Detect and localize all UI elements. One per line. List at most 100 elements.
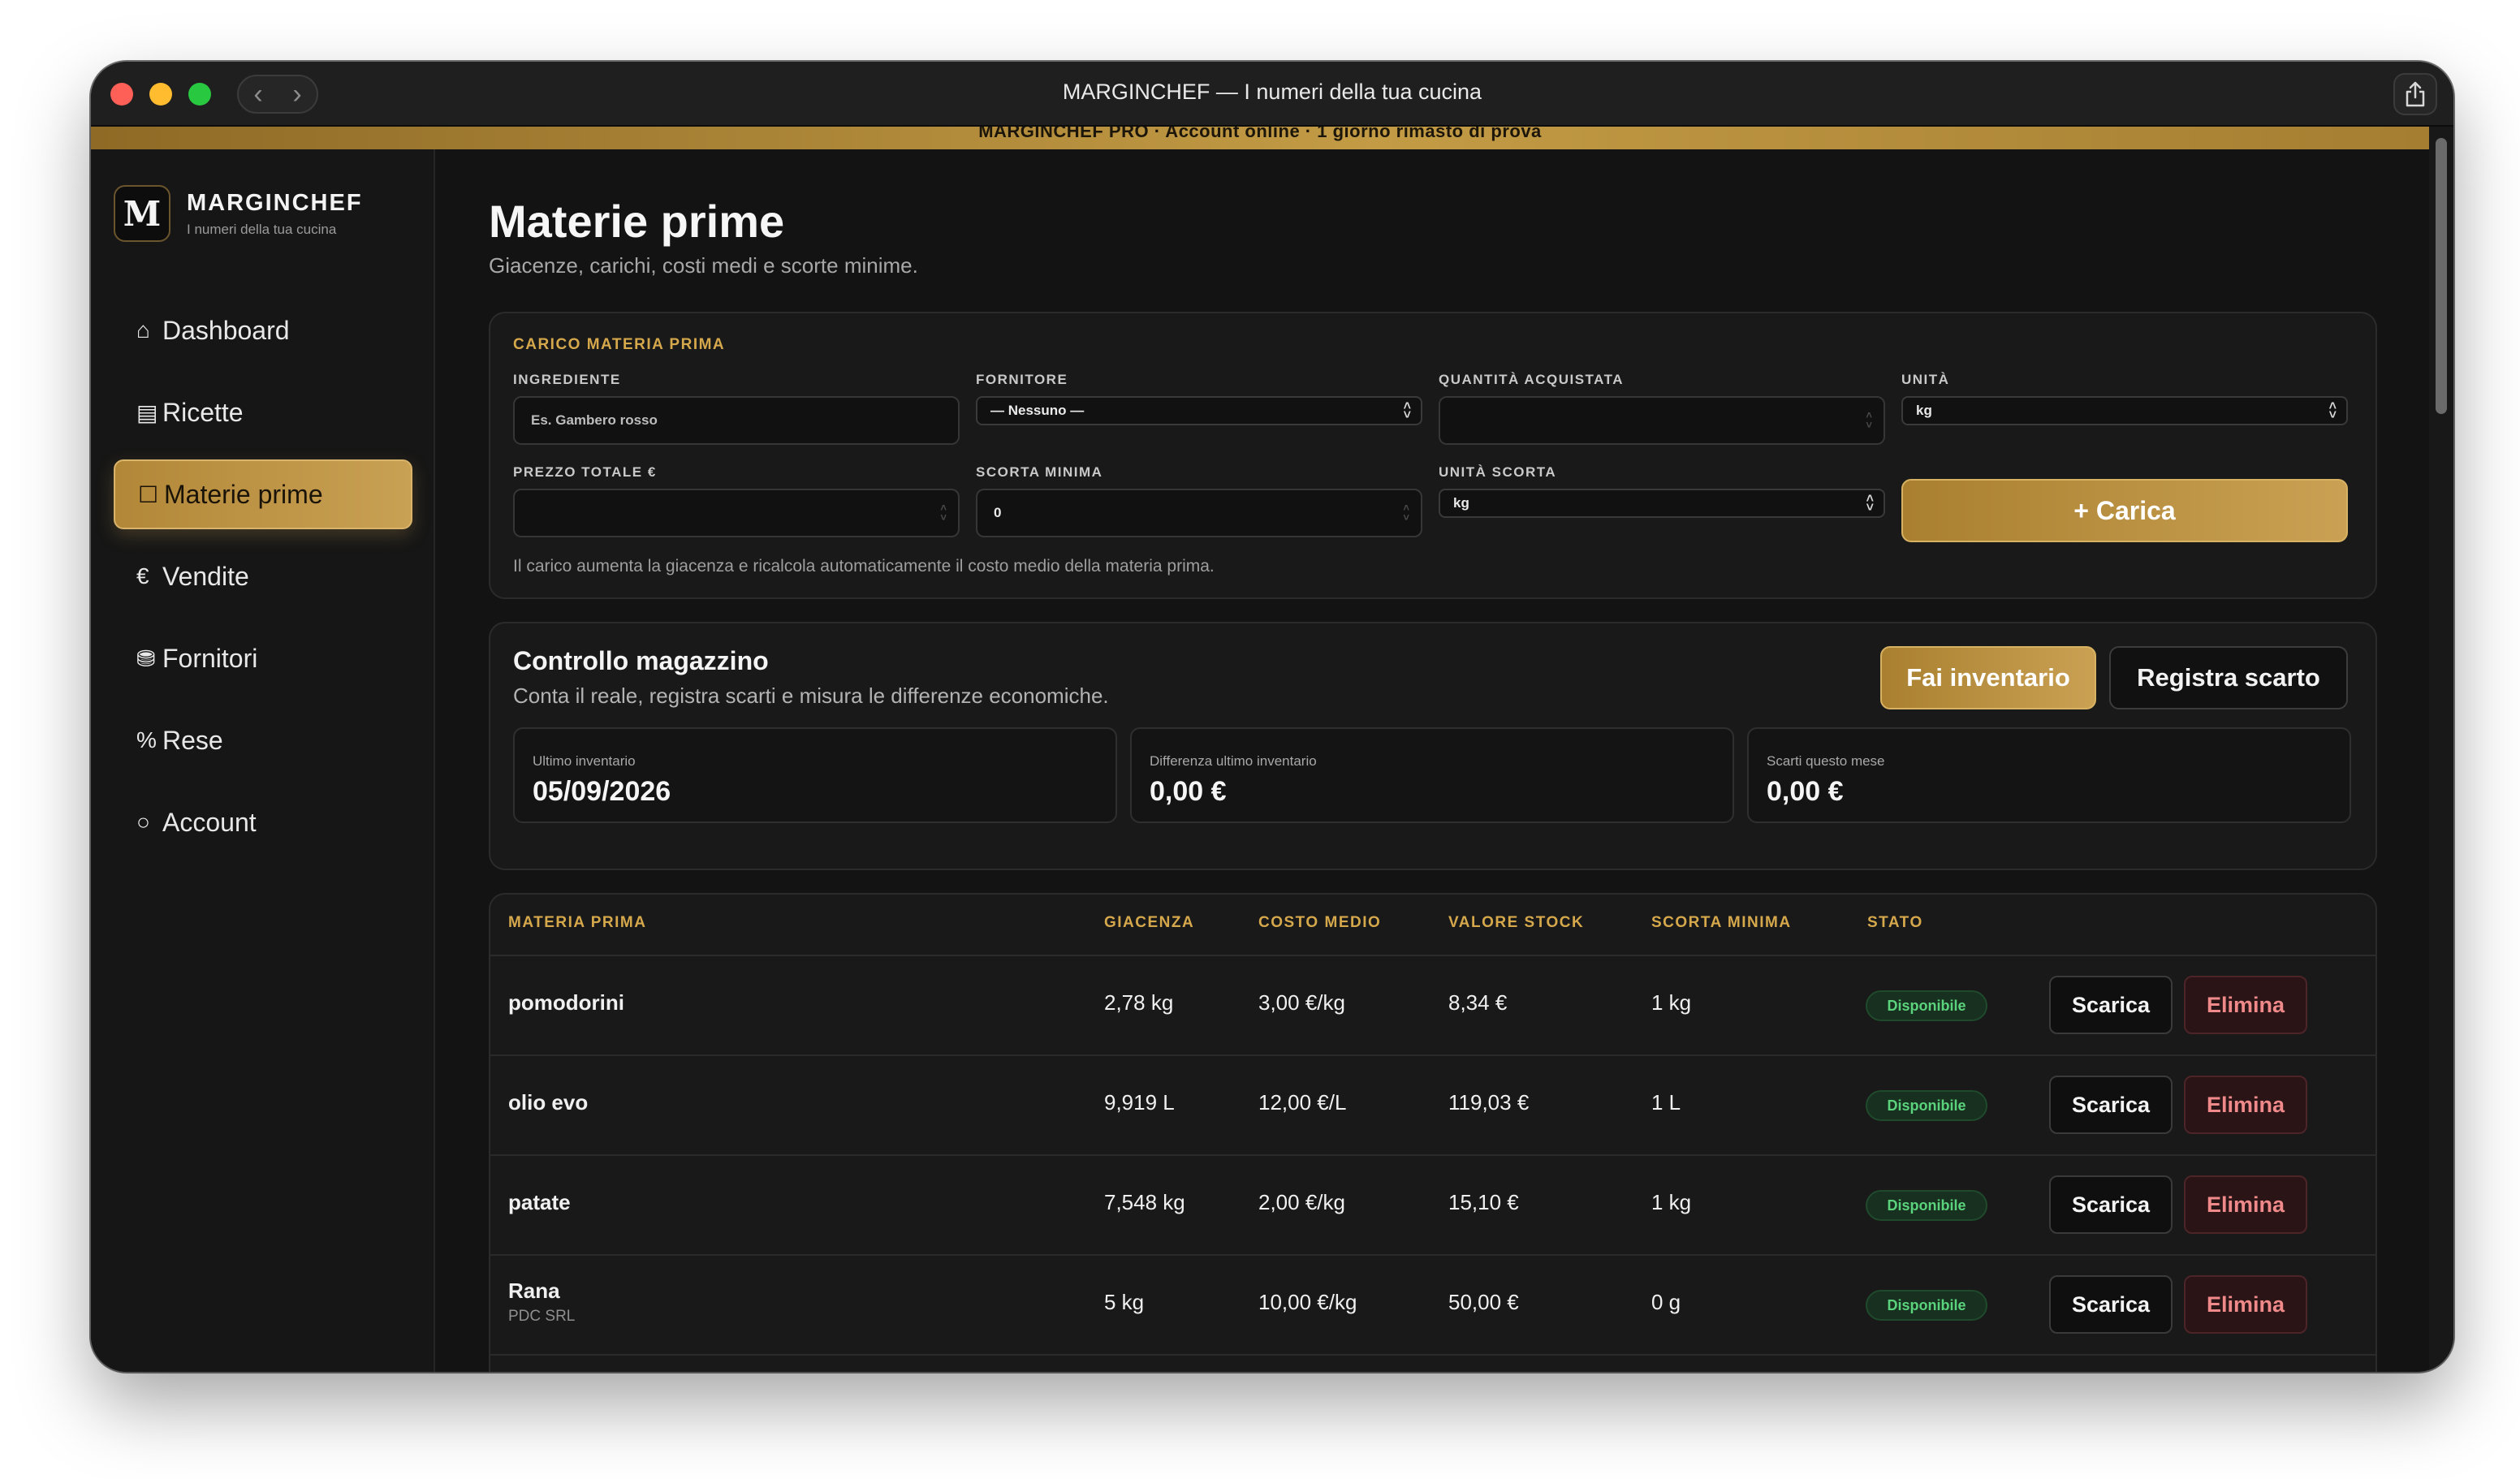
stat-value: 05/09/2026 (533, 776, 671, 807)
supplier-selected: — Nessuno — (990, 403, 1085, 418)
min-stock-input[interactable]: 0 ˄ ˅ (976, 489, 1422, 537)
price-label: PREZZO TOTALE € (513, 464, 657, 480)
stepper-icon: ˄ ˅ (1866, 409, 1872, 431)
unload-button[interactable]: Scarica (2049, 976, 2173, 1034)
row-name: pomodorini (508, 990, 624, 1015)
delete-button[interactable]: Elimina (2184, 976, 2307, 1034)
window-title: MARGINCHEF — I numeri della tua cucina (1062, 80, 1482, 104)
min-stock-unit-select[interactable]: kg ˄ ˅ (1439, 489, 1885, 518)
row-name: olio evo (508, 1090, 589, 1115)
vertical-scrollbar[interactable] (2429, 127, 2453, 1372)
brand: M MARGINCHEF I numeri della tua cucina (114, 185, 363, 242)
box-icon: ☐ (138, 481, 159, 507)
stat-inventory-difference: Differenza ultimo inventario 0,00 € (1130, 727, 1734, 823)
share-icon (2406, 81, 2425, 107)
status-badge: Disponibile (1866, 990, 1987, 1021)
min-stock-unit-selected: kg (1453, 495, 1469, 511)
row-avg-cost: 12,00 €/L (1258, 1090, 1347, 1115)
stat-value: 0,00 € (1150, 776, 1227, 807)
sidebar-item-label: Vendite (162, 561, 249, 591)
stat-last-inventory: Ultimo inventario 05/09/2026 (513, 727, 1117, 823)
row-min-stock: 1 kg (1651, 1190, 1692, 1214)
table-row: patate 7,548 kg 2,00 €/kg 15,10 € 1 kg D… (490, 1156, 2375, 1256)
delete-button[interactable]: Elimina (2184, 1175, 2307, 1234)
sidebar-item-dashboard[interactable]: ⌂ Dashboard (114, 295, 412, 365)
row-value: 119,03 € (1448, 1090, 1530, 1115)
select-arrows-icon: ˄ ˅ (2328, 399, 2337, 422)
price-input[interactable]: ˄ ˅ (513, 489, 960, 537)
column-header: MATERIA PRIMA (508, 914, 647, 931)
truck-icon: ⛃ (136, 645, 156, 671)
row-value: 8,34 € (1448, 990, 1508, 1015)
sidebar-item-label: Rese (162, 725, 223, 755)
brand-tagline: I numeri della tua cucina (187, 221, 337, 237)
circle-icon: ○ (136, 809, 150, 834)
sidebar-item-fornitori[interactable]: ⛃ Fornitori (114, 623, 412, 693)
share-button[interactable] (2393, 73, 2437, 115)
row-min-stock: 1 L (1651, 1090, 1681, 1115)
stepper-icon: ˄ ˅ (1403, 502, 1409, 524)
sidebar-item-account[interactable]: ○ Account (114, 787, 412, 857)
raw-materials-table: MATERIA PRIMA GIACENZA COSTO MEDIO VALOR… (489, 893, 2377, 1372)
stat-label: Differenza ultimo inventario (1150, 753, 1317, 769)
row-value: 15,10 € (1448, 1190, 1519, 1214)
sidebar-item-label: Dashboard (162, 315, 290, 345)
column-header: VALORE STOCK (1448, 914, 1585, 931)
column-header: STATO (1867, 914, 1923, 931)
delete-button[interactable]: Elimina (2184, 1275, 2307, 1334)
status-badge: Disponibile (1866, 1090, 1987, 1121)
ingredient-label: INGREDIENTE (513, 372, 621, 387)
inventory-subtitle: Conta il reale, registra scarti e misura… (513, 683, 1109, 708)
page-subtitle: Giacenze, carichi, costi medi e scorte m… (489, 253, 918, 278)
sidebar-item-ricette[interactable]: ▤ Ricette (114, 377, 412, 447)
register-waste-button[interactable]: Registra scarto (2109, 646, 2348, 709)
load-submit-button[interactable]: + Carica (1901, 479, 2348, 542)
ingredient-input[interactable]: Es. Gambero rosso (513, 396, 960, 445)
stat-label: Ultimo inventario (533, 753, 636, 769)
row-avg-cost: 10,00 €/kg (1258, 1290, 1357, 1314)
brand-logo: M (114, 185, 170, 242)
column-header: GIACENZA (1104, 914, 1195, 931)
stepper-icon: ˄ ˅ (940, 502, 947, 524)
sidebar-item-label: Materie prime (164, 479, 323, 509)
load-form-title: CARICO MATERIA PRIMA (513, 336, 726, 353)
min-stock-unit-label: UNITÀ SCORTA (1439, 464, 1557, 480)
euro-icon: € (136, 563, 149, 589)
percent-icon: % (136, 727, 157, 752)
select-arrows-icon: ˄ ˅ (1403, 399, 1411, 422)
home-icon: ⌂ (136, 317, 150, 343)
row-stock: 2,78 kg (1104, 990, 1174, 1015)
unload-button[interactable]: Scarica (2049, 1076, 2173, 1134)
quantity-input[interactable]: ˄ ˅ (1439, 396, 1885, 445)
scrollbar-thumb[interactable] (2436, 138, 2447, 414)
unit-select[interactable]: kg ˄ ˅ (1901, 396, 2348, 425)
sidebar-item-label: Ricette (162, 397, 244, 427)
row-name: Rana (508, 1278, 560, 1303)
main-content: Materie prime Giacenze, carichi, costi m… (437, 149, 2429, 1372)
inventory-button[interactable]: Fai inventario (1880, 646, 2096, 709)
row-supplier: PDC SRL (508, 1308, 576, 1325)
unload-button[interactable]: Scarica (2049, 1275, 2173, 1334)
row-min-stock: 1 kg (1651, 990, 1692, 1015)
select-arrows-icon: ˄ ˅ (1866, 492, 1874, 515)
inventory-card: Controllo magazzino Conta il reale, regi… (489, 622, 2377, 870)
sidebar-item-label: Fornitori (162, 643, 258, 673)
trial-banner: MARGINCHEF PRO · Account online · 1 gior… (91, 127, 2429, 149)
column-header: SCORTA MINIMA (1651, 914, 1792, 931)
supplier-select[interactable]: — Nessuno — ˄ ˅ (976, 396, 1422, 425)
row-avg-cost: 2,00 €/kg (1258, 1190, 1345, 1214)
unload-button[interactable]: Scarica (2049, 1175, 2173, 1234)
row-avg-cost: 3,00 €/kg (1258, 990, 1345, 1015)
brand-name: MARGINCHEF (187, 189, 363, 216)
sidebar-nav: ⌂ Dashboard ▤ Ricette ☐ Materie prime € … (114, 295, 412, 869)
app-window: ‹ › MARGINCHEF — I numeri della tua cuci… (91, 62, 2453, 1372)
title-bar: ‹ › MARGINCHEF — I numeri della tua cuci… (91, 62, 2453, 127)
delete-button[interactable]: Elimina (2184, 1076, 2307, 1134)
row-stock: 7,548 kg (1104, 1190, 1185, 1214)
sidebar-item-materie-prime[interactable]: ☐ Materie prime (114, 459, 412, 529)
stat-label: Scarti questo mese (1767, 753, 1885, 769)
sidebar-item-vendite[interactable]: € Vendite (114, 541, 412, 611)
stat-monthly-waste: Scarti questo mese 0,00 € (1747, 727, 2351, 823)
sidebar-item-rese[interactable]: % Rese (114, 705, 412, 775)
status-badge: Disponibile (1866, 1190, 1987, 1221)
